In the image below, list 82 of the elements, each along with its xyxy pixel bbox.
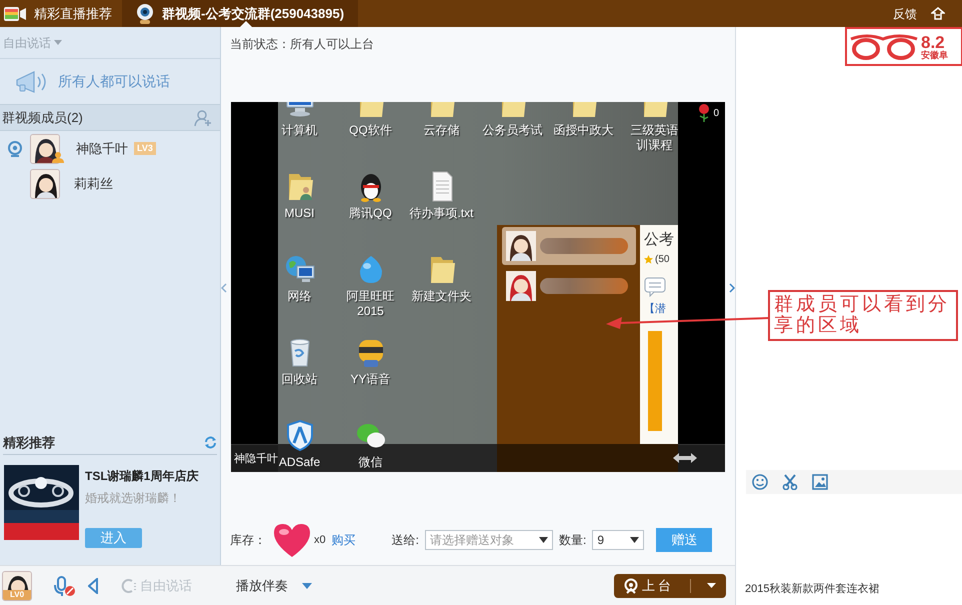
webcam-icon <box>136 4 154 24</box>
caret-icon[interactable] <box>302 582 312 588</box>
webcam-icon <box>624 578 638 594</box>
members-heading: 群视频成员(2) <box>2 108 83 127</box>
smiley-icon[interactable] <box>752 474 768 490</box>
status-text: 当前状态：所有人可以上台 <box>229 36 375 53</box>
accompaniment-button[interactable]: 播放伴奏 <box>236 576 288 596</box>
gift-count: x0 <box>314 532 326 548</box>
member-avatar[interactable] <box>30 168 60 198</box>
caret-icon <box>54 40 62 45</box>
go-on-stage-button[interactable]: 上台 <box>614 574 726 598</box>
recommend-heading: 精彩推荐 <box>3 434 55 452</box>
message-icon[interactable] <box>644 276 666 296</box>
contact-avatar <box>506 231 536 261</box>
send-to-label: 送给: <box>392 532 419 549</box>
flower-count: 0 <box>713 106 719 120</box>
desktop-icon-label[interactable]: 回收站 <box>282 372 318 387</box>
caret-icon <box>707 583 716 588</box>
speaker-icon[interactable] <box>88 578 98 594</box>
star-icon <box>644 254 653 264</box>
member-row[interactable]: 莉莉丝 <box>0 166 220 201</box>
heart-icon <box>272 522 312 558</box>
desktop-icon-label[interactable]: 三级英语 <box>630 123 678 138</box>
desktop-icon-label[interactable]: 网络 <box>288 289 312 304</box>
desktop-icon-label[interactable]: 公务员考试 <box>482 123 542 138</box>
desktop-icon-label[interactable]: 待办事项.txt <box>409 206 474 221</box>
tab[interactable]: 群视频-公考交流群(259043895) <box>122 0 358 27</box>
ad-banner[interactable]: 8.2 安徽阜 <box>845 27 962 66</box>
contact-row[interactable] <box>502 227 636 265</box>
image-icon[interactable] <box>812 474 828 490</box>
annotation-callout: 群成员可以看到分享的区域 <box>768 290 958 341</box>
notice-text: 【潜 <box>644 302 667 316</box>
group-title: 公考 <box>644 230 675 250</box>
desktop-icon-label[interactable]: 函授中政大 <box>554 123 614 138</box>
member-name[interactable]: 莉莉丝 <box>74 174 113 194</box>
group-count: (50 <box>655 252 670 266</box>
buy-link[interactable]: 购买 <box>332 531 356 549</box>
desktop-icon-label[interactable]: ADSafe <box>278 455 320 470</box>
expand-panel-icon[interactable] <box>729 283 735 293</box>
desktop-icon-label[interactable]: QQ软件 <box>349 123 392 138</box>
ad-price: 8.2 <box>921 34 945 50</box>
stock-label: 库存： <box>230 532 266 549</box>
desktop-icon-label[interactable]: MUSI <box>284 206 314 221</box>
ad-place: 安徽阜 <box>921 50 948 60</box>
desktop-icon-label[interactable]: 阿里旺旺 <box>346 289 394 304</box>
rose-icon <box>698 104 710 122</box>
recipient-dropdown[interactable]: 请选择赠送对象 <box>424 530 553 550</box>
level-badge: LV3 <box>134 142 156 155</box>
ad-title[interactable]: TSL谢瑞麟1周年店庆 <box>85 467 198 485</box>
desktop-icon-label[interactable]: 训课程 <box>636 138 672 153</box>
member-name[interactable]: 神隐千叶 <box>76 138 128 158</box>
ad-subtitle: 婚戒就选谢瑞麟！ <box>85 490 182 507</box>
quantity-label: 数量: <box>558 532 586 549</box>
enter-button[interactable]: 进入 <box>85 528 142 548</box>
refresh-icon[interactable] <box>204 436 217 449</box>
send-gift-button[interactable]: 赠送 <box>656 528 712 552</box>
level-badge: LV0 <box>3 590 31 600</box>
ad-text-link[interactable]: 2015秋装新款两件套连衣裙 <box>736 580 962 605</box>
tab[interactable]: 精彩直播推荐 <box>0 0 122 27</box>
quantity-dropdown[interactable]: 9 <box>592 530 644 550</box>
announcement-text: 所有人都可以说话 <box>58 72 170 91</box>
desktop-icon-label[interactable]: YY语音 <box>350 372 390 387</box>
member-row[interactable]: 神隐千叶 LV3 <box>0 131 220 166</box>
glasses-icon <box>849 32 919 60</box>
desktop-icon-label[interactable]: 云存储 <box>424 123 460 138</box>
video-camera-icon <box>4 6 26 22</box>
member-avatar[interactable] <box>30 134 60 164</box>
desktop-icon-label[interactable]: 新建文件夹 <box>412 289 472 304</box>
presenter-name: 神隐千叶 <box>234 452 278 466</box>
mic-muted-icon[interactable] <box>54 574 76 596</box>
expand-icon[interactable] <box>671 452 699 464</box>
caret-icon <box>630 537 640 543</box>
desktop-icon-label[interactable]: 腾讯QQ <box>349 206 392 221</box>
contact-avatar <box>506 271 536 301</box>
desktop-icon-label[interactable]: 2015 <box>357 304 384 319</box>
collapse-icon[interactable] <box>221 283 227 293</box>
scissors-icon[interactable] <box>782 474 798 490</box>
desktop-icon-label[interactable]: 微信 <box>358 455 382 470</box>
feedback-link[interactable]: 反馈 <box>893 4 917 22</box>
desktop-icon-label[interactable]: 计算机 <box>282 123 318 138</box>
talk-icon <box>120 578 138 594</box>
caret-icon <box>538 537 548 543</box>
